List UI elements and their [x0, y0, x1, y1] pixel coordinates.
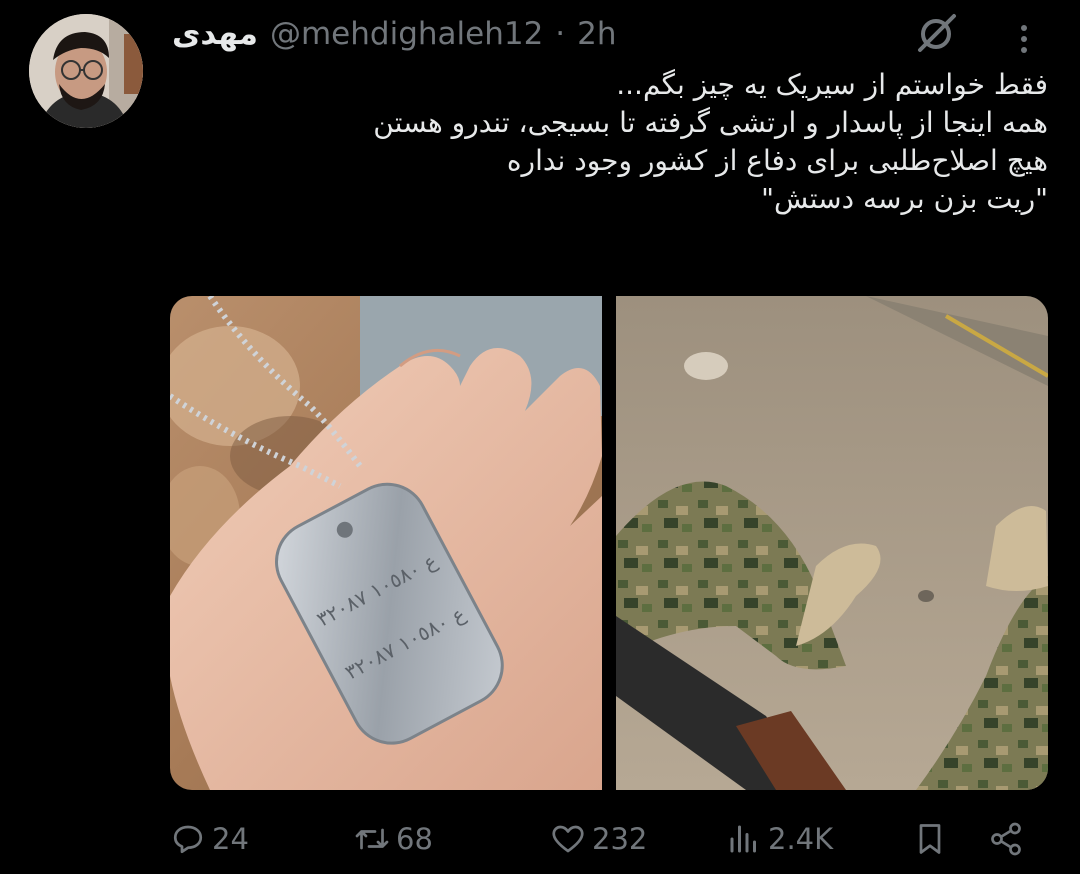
- views-button[interactable]: 2.4K: [726, 812, 833, 866]
- tweet-timestamp[interactable]: 2h: [577, 16, 616, 52]
- like-button[interactable]: 232: [550, 812, 647, 866]
- reply-count: 24: [212, 822, 249, 856]
- tweet-line-2: همه اینجا از پاسدار و ارتشی گرفته تا بسی…: [373, 106, 1048, 139]
- share-icon: [991, 822, 1021, 856]
- bookmark-button[interactable]: [912, 812, 948, 866]
- views-icon: [730, 825, 756, 853]
- tweet-line-3: هیچ اصلاح‌طلبی برای دفاع از کشور وجود ند…: [506, 144, 1048, 177]
- repost-count: 68: [396, 822, 433, 856]
- grok-icon[interactable]: [912, 12, 960, 56]
- tweet-media: ع ١٠٥٨٠ ٣٢٠٨٧ ع ١٠٥٨٠ ٣٢٠٨٧: [170, 296, 1048, 790]
- user-handle[interactable]: @mehdighaleh12: [270, 16, 543, 52]
- repost-icon: [355, 828, 389, 850]
- views-count: 2.4K: [768, 822, 834, 856]
- reply-icon: [173, 825, 203, 854]
- heart-icon: [552, 825, 584, 853]
- photo-dogtag[interactable]: ع ١٠٥٨٠ ٣٢٠٨٧ ع ١٠٥٨٠ ٣٢٠٨٧: [170, 296, 602, 790]
- tweet-line-1: فقط خواستم از سیریک یه چیز بگم...: [616, 68, 1048, 101]
- tweet-header: مهدی @mehdighaleh12 · 2h: [172, 14, 617, 54]
- repost-button[interactable]: 68: [354, 812, 433, 866]
- more-icon[interactable]: [1008, 18, 1040, 58]
- avatar[interactable]: [29, 14, 143, 128]
- tweet-line-4: "ریت بزن برسه دستش": [761, 182, 1048, 215]
- like-count: 232: [592, 822, 648, 856]
- tweet-text: فقط خواستم از سیریک یه چیز بگم... همه ای…: [172, 66, 1048, 218]
- bookmark-icon: [919, 824, 941, 854]
- action-bar: 24 68 232 2.4K: [170, 812, 1040, 866]
- display-name[interactable]: مهدی: [172, 16, 258, 52]
- separator-dot: ·: [555, 16, 566, 52]
- reply-button[interactable]: 24: [170, 812, 249, 866]
- photo-soldier[interactable]: [616, 296, 1048, 790]
- share-button[interactable]: [988, 812, 1024, 866]
